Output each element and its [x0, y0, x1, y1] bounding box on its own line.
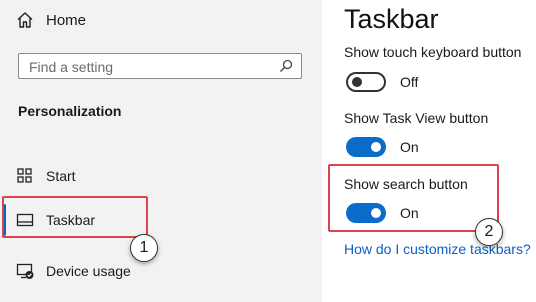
search-box: [18, 53, 302, 79]
search-icon[interactable]: [279, 59, 293, 73]
device-usage-icon: [16, 263, 34, 279]
setting-label-task-view: Show Task View button: [344, 110, 489, 126]
toggle-knob: [352, 77, 362, 87]
settings-sidebar: Home Personalization Start Taskbar: [0, 0, 322, 302]
sidebar-item-device-usage[interactable]: Device usage: [16, 258, 131, 284]
task-view-toggle[interactable]: [346, 137, 386, 157]
start-icon: [17, 168, 32, 183]
search-input[interactable]: [27, 57, 281, 77]
touch-keyboard-toggle[interactable]: [346, 72, 386, 92]
customize-taskbars-link[interactable]: How do I customize taskbars?: [344, 241, 531, 257]
sidebar-item-label: Device usage: [46, 263, 131, 279]
sidebar-item-start[interactable]: Start: [16, 163, 76, 189]
toggle-state-label: On: [400, 139, 419, 155]
step-badge-2: 2: [475, 218, 503, 246]
highlight-box-search-button: [328, 164, 499, 232]
step-badge-1: 1: [130, 234, 158, 262]
page-title: Taskbar: [344, 4, 439, 34]
touch-keyboard-setting: Off: [346, 72, 418, 92]
toggle-knob: [371, 142, 381, 152]
sidebar-item-label: Start: [46, 168, 76, 184]
home-label: Home: [46, 11, 87, 29]
home-nav-item[interactable]: Home: [16, 8, 86, 32]
section-title: Personalization: [18, 103, 122, 119]
taskbar-settings-pane: Taskbar Show touch keyboard button Off S…: [322, 0, 536, 302]
toggle-state-label: Off: [400, 74, 419, 90]
task-view-setting: On: [346, 137, 419, 157]
home-icon: [17, 12, 33, 28]
setting-label-touch-keyboard: Show touch keyboard button: [344, 44, 522, 60]
highlight-box-taskbar: [2, 196, 148, 238]
